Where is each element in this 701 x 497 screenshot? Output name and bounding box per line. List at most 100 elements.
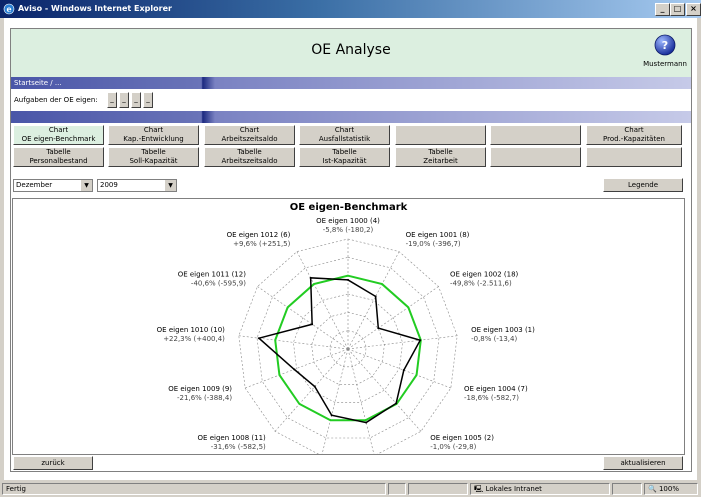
radar-spoke [347,348,422,432]
radar-data-point [377,327,380,330]
radar-category-label: OE eigen 1005 (2) [430,434,494,442]
tab-label: Arbeitszeitsaldo [221,135,278,143]
divider-band [11,111,691,123]
radar-delta-label: -5,8% (-180,2) [323,226,374,234]
radar-delta-label: -18,6% (-582,7) [464,394,519,402]
zone-label: Lokales Intranet [485,485,542,493]
tab-label: Chart [239,126,260,134]
maximize-button[interactable]: □ [670,3,685,16]
radar-data-point [309,276,312,279]
radar-category-label: OE eigen 1000 (4) [316,217,380,225]
tab-empty [490,125,581,145]
refresh-button[interactable]: aktualisieren [603,456,683,470]
user-name: Mustermann [643,60,687,68]
radar-category-label: OE eigen 1011 (12) [178,271,246,279]
tab-tabelle-ist-kapazitaet[interactable]: Tabelle Ist-Kapazität [299,147,390,167]
chevron-down-icon: ▼ [81,180,92,191]
tab-label: Zeitarbeit [423,157,458,165]
tab-empty [395,125,486,145]
tab-chart-oe-benchmark[interactable]: Chart OE eigen-Benchmark [13,125,104,145]
month-value: Dezember [16,181,53,189]
zoom-control[interactable]: 🔍 100% [644,483,698,495]
radar-data-point [313,385,316,388]
help-icon[interactable]: ? [654,34,676,56]
radar-data-point [395,402,398,405]
radar-category-label: OE eigen 1001 (8) [406,231,470,239]
radar-spoke [347,251,400,350]
tab-label: Chart [334,126,355,134]
svg-text:e: e [6,4,11,14]
aufgabe-button-2[interactable]: _ [119,92,129,108]
tab-chart-kap-entwicklung[interactable]: Chart Kap.-Entwicklung [108,125,199,145]
tab-label: Ist-Kapazität [322,157,367,165]
year-value: 2009 [100,181,118,189]
close-button[interactable]: × [686,3,701,16]
radar-data-point [330,414,333,417]
browser-content: OE Analyse ? Mustermann Startseite / ...… [4,18,697,480]
radar-data-point [402,369,405,372]
radar-category-label: OE eigen 1012 (6) [227,231,291,239]
tab-label: Personalbestand [29,157,88,165]
tab-bar: Chart OE eigen-Benchmark Chart Kap.-Entw… [13,125,689,169]
tab-chart-arbeitszeitsaldo[interactable]: Chart Arbeitszeitsaldo [204,125,295,145]
breadcrumb-band: Startseite / ... [11,77,691,89]
radar-series-line [257,277,422,424]
radar-delta-label: -1,0% (-29,8) [430,443,476,451]
protected-mode-cell [612,483,642,495]
status-text: Fertig [2,483,386,495]
filter-bar: Dezember ▼ 2009 ▼ Legende [11,177,691,195]
tab-tabelle-arbeitszeitsaldo[interactable]: Tabelle Arbeitszeitsaldo [204,147,295,167]
radar-delta-label: +9,6% (+251,5) [233,240,291,248]
radar-data-point [347,278,349,281]
radar-delta-label: -31,6% (-582,5) [211,443,266,451]
radar-data-point [374,295,377,298]
radar-data-point [293,368,296,371]
status-cell [388,483,406,495]
tab-chart-prod-kapazitaeten[interactable]: Chart Prod.-Kapazitäten [586,125,682,145]
tab-label: Arbeitszeitsaldo [221,157,278,165]
breadcrumb: Startseite / ... [14,79,62,87]
tab-label: Chart [48,126,69,134]
radar-data-point [257,337,260,340]
app-header: OE Analyse ? Mustermann [11,29,691,77]
radar-category-label: OE eigen 1003 (1) [471,326,535,334]
zone-icon: 🖳 [474,485,484,493]
radar-category-label: OE eigen 1004 (7) [464,385,528,393]
internet-explorer-icon: e [3,3,15,15]
chevron-down-icon: ▼ [165,180,176,191]
aufgaben-label: Aufgaben der OE eigen: [14,96,98,104]
aufgabe-button-1[interactable]: _ [107,92,117,108]
radar-delta-label: +22,3% (+400,4) [163,335,225,343]
month-select[interactable]: Dezember ▼ [13,179,93,192]
aufgabe-button-4[interactable]: _ [143,92,153,108]
minimize-button[interactable]: _ [655,3,670,16]
radar-delta-label: -21,6% (-388,4) [177,394,232,402]
tab-tabelle-zeitarbeit[interactable]: Tabelle Zeitarbeit [395,147,486,167]
back-button[interactable]: zurück [13,456,93,470]
aufgabe-button-3[interactable]: _ [131,92,141,108]
tab-label: OE eigen-Benchmark [21,135,96,143]
year-select[interactable]: 2009 ▼ [97,179,177,192]
radar-data-point [419,339,422,342]
tab-tabelle-personalbestand[interactable]: Tabelle Personalbestand [13,147,104,167]
security-zone: 🖳 Lokales Intranet [470,483,610,495]
tab-chart-ausfallstatistik[interactable]: Chart Ausfallstatistik [299,125,390,145]
aufgaben-row: Aufgaben der OE eigen: _ _ _ _ [11,89,691,111]
tab-label: Chart [143,126,164,134]
radar-data-point [365,421,368,424]
chart-panel: OE eigen-Benchmark OE eigen 1000 (4) -5,8… [12,198,685,455]
radar-category-label: OE eigen 1010 (10) [157,326,225,334]
radar-spoke [296,251,349,350]
tab-label: Soll-Kapazität [129,157,178,165]
legend-button[interactable]: Legende [603,178,683,192]
tab-empty [490,147,581,167]
tab-tabelle-soll-kapazitaet[interactable]: Tabelle Soll-Kapazität [108,147,199,167]
app-page: OE Analyse ? Mustermann Startseite / ...… [10,28,692,472]
zoom-label: 100% [658,485,679,493]
tab-label: Tabelle [237,148,262,156]
svg-text:?: ? [662,39,668,52]
tab-label: Kap.-Entwicklung [123,135,184,143]
radar-delta-label: -49,8% (-2.511,6) [450,280,512,288]
tab-label: Tabelle [332,148,357,156]
window-titlebar: e Aviso - Windows Internet Explorer _ □ … [0,0,701,18]
